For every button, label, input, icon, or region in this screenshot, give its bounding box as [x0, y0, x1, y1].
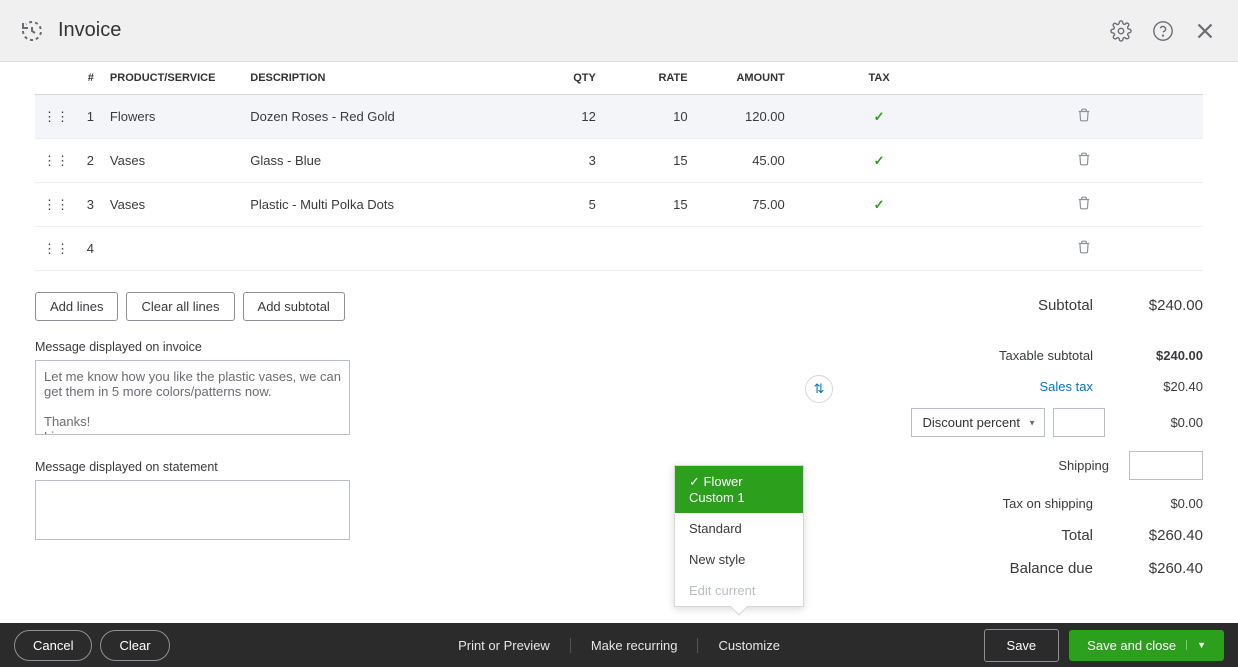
cancel-button[interactable]: Cancel [14, 630, 92, 661]
save-and-close-button[interactable]: Save and close▼ [1069, 630, 1224, 661]
taxable-subtotal-value: $240.00 [1113, 348, 1203, 363]
col-header-tax: TAX [793, 62, 966, 95]
balance-due-value: $260.40 [1113, 560, 1203, 577]
table-row[interactable]: ⋮⋮4 [35, 227, 1203, 271]
customize-link[interactable]: Customize [699, 638, 800, 653]
taxable-subtotal-label: Taxable subtotal [999, 348, 1093, 363]
print-preview-link[interactable]: Print or Preview [438, 638, 571, 653]
col-header-num: # [61, 62, 102, 95]
make-recurring-link[interactable]: Make recurring [571, 638, 699, 653]
total-value: $260.40 [1113, 527, 1203, 544]
tax-on-shipping-label: Tax on shipping [1003, 496, 1093, 511]
sales-tax-value: $20.40 [1113, 379, 1203, 394]
row-qty[interactable] [512, 227, 604, 271]
history-icon[interactable] [20, 19, 44, 43]
page-title: Invoice [58, 19, 121, 42]
row-product[interactable]: Flowers [102, 95, 242, 139]
row-product[interactable]: Vases [102, 183, 242, 227]
trash-icon[interactable] [1077, 111, 1091, 126]
row-tax[interactable]: ✓ [793, 183, 966, 227]
total-label: Total [1061, 527, 1093, 544]
row-amount[interactable]: 45.00 [696, 139, 793, 183]
row-rate[interactable]: 10 [604, 95, 696, 139]
customize-menu-item[interactable]: Standard [675, 513, 803, 544]
balance-due-label: Balance due [1010, 560, 1093, 577]
content-area: # PRODUCT/SERVICE DESCRIPTION QTY RATE A… [0, 62, 1238, 623]
discount-type-select[interactable]: Discount percent [911, 408, 1045, 437]
row-amount[interactable]: 75.00 [696, 183, 793, 227]
table-row[interactable]: ⋮⋮3VasesPlastic - Multi Polka Dots51575.… [35, 183, 1203, 227]
col-header-qty: QTY [512, 62, 604, 95]
col-header-rate: RATE [604, 62, 696, 95]
drag-handle-icon[interactable]: ⋮⋮ [35, 139, 61, 183]
shipping-label: Shipping [1058, 458, 1109, 473]
table-row[interactable]: ⋮⋮1FlowersDozen Roses - Red Gold1210120.… [35, 95, 1203, 139]
line-items-table: # PRODUCT/SERVICE DESCRIPTION QTY RATE A… [35, 62, 1203, 271]
discount-amount: $0.00 [1113, 415, 1203, 430]
row-qty[interactable]: 12 [512, 95, 604, 139]
close-icon[interactable] [1192, 18, 1218, 44]
row-qty[interactable]: 5 [512, 183, 604, 227]
chevron-down-icon[interactable]: ▼ [1186, 640, 1206, 650]
header-bar: Invoice [0, 0, 1238, 62]
col-header-description: DESCRIPTION [242, 62, 512, 95]
row-tax[interactable]: ✓ [793, 139, 966, 183]
subtotal-label: Subtotal [1038, 297, 1093, 314]
row-product[interactable] [102, 227, 242, 271]
customize-menu-item[interactable]: ✓ Flower Custom 1 [675, 466, 803, 513]
add-lines-button[interactable]: Add lines [35, 292, 118, 321]
invoice-message-label: Message displayed on invoice [35, 340, 350, 354]
save-button[interactable]: Save [984, 629, 1060, 662]
trash-icon[interactable] [1077, 155, 1091, 170]
footer-bar: Cancel Clear Print or Preview Make recur… [0, 623, 1238, 667]
row-description[interactable] [242, 227, 512, 271]
add-subtotal-button[interactable]: Add subtotal [243, 292, 345, 321]
customize-menu-item[interactable]: New style [675, 544, 803, 575]
check-icon: ✓ [874, 109, 885, 124]
customize-dropdown: ✓ Flower Custom 1StandardNew styleEdit c… [674, 465, 804, 607]
sales-tax-link[interactable]: Sales tax [1040, 379, 1093, 394]
trash-icon[interactable] [1077, 243, 1091, 258]
row-amount[interactable]: 120.00 [696, 95, 793, 139]
row-rate[interactable]: 15 [604, 183, 696, 227]
discount-value-input[interactable] [1053, 408, 1105, 437]
shipping-input[interactable] [1129, 451, 1203, 480]
check-icon: ✓ [689, 474, 704, 489]
row-rate[interactable] [604, 227, 696, 271]
check-icon: ✓ [874, 153, 885, 168]
row-description[interactable]: Plastic - Multi Polka Dots [242, 183, 512, 227]
row-tax[interactable] [793, 227, 966, 271]
swap-icon[interactable]: ⇅ [805, 375, 833, 403]
subtotal-value: $240.00 [1113, 297, 1203, 314]
drag-handle-icon[interactable]: ⋮⋮ [35, 227, 61, 271]
table-row[interactable]: ⋮⋮2VasesGlass - Blue31545.00✓ [35, 139, 1203, 183]
row-amount[interactable] [696, 227, 793, 271]
row-tax[interactable]: ✓ [793, 95, 966, 139]
row-qty[interactable]: 3 [512, 139, 604, 183]
col-header-amount: AMOUNT [696, 62, 793, 95]
row-description[interactable]: Glass - Blue [242, 139, 512, 183]
row-product[interactable]: Vases [102, 139, 242, 183]
invoice-message-input[interactable] [35, 360, 350, 435]
check-icon: ✓ [874, 197, 885, 212]
statement-message-label: Message displayed on statement [35, 460, 350, 474]
tax-on-shipping-value: $0.00 [1113, 496, 1203, 511]
statement-message-input[interactable] [35, 480, 350, 540]
gear-icon[interactable] [1108, 18, 1134, 44]
clear-button[interactable]: Clear [100, 630, 169, 661]
col-header-product: PRODUCT/SERVICE [102, 62, 242, 95]
trash-icon[interactable] [1077, 199, 1091, 214]
help-icon[interactable] [1150, 18, 1176, 44]
clear-all-lines-button[interactable]: Clear all lines [126, 292, 234, 321]
drag-handle-icon[interactable]: ⋮⋮ [35, 183, 61, 227]
drag-handle-icon[interactable]: ⋮⋮ [35, 95, 61, 139]
row-rate[interactable]: 15 [604, 139, 696, 183]
row-description[interactable]: Dozen Roses - Red Gold [242, 95, 512, 139]
customize-menu-item: Edit current [675, 575, 803, 606]
